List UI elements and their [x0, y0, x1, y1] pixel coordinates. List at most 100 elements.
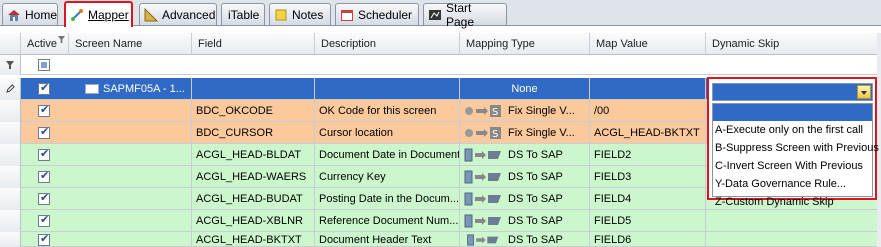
row-header — [0, 78, 21, 100]
mapping-type-text: None — [511, 83, 538, 95]
tab-advanced[interactable]: Advanced — [139, 3, 217, 25]
table-row[interactable]: ACGL_HEAD-XBLNR Reference Document Num..… — [0, 210, 881, 232]
active-checkbox[interactable] — [38, 191, 50, 205]
dynamic-skip-dropdown: A-Execute only on the first call B-Suppr… — [707, 77, 879, 208]
filter-row — [0, 55, 881, 75]
dropdown-option[interactable]: Y-Data Governance Rule... — [713, 175, 872, 193]
column-header-screen-name[interactable]: Screen Name — [69, 33, 192, 55]
active-checkbox[interactable] — [38, 103, 50, 117]
field-cell[interactable]: BDC_CURSOR — [192, 122, 315, 144]
grid-header: Active Screen Name Field Description Map… — [0, 33, 881, 55]
dropdown-option[interactable]: B-Suppress Screen with Previous — [713, 139, 879, 157]
tab-notes[interactable]: Notes — [269, 3, 331, 25]
description-cell[interactable]: Posting Date in the Docum... — [315, 188, 460, 210]
column-header-field[interactable]: Field — [192, 33, 315, 55]
description-cell[interactable]: Document Header Text — [315, 232, 460, 247]
mapping-type-cell[interactable]: DS To SAP — [460, 166, 590, 188]
home-icon — [8, 9, 20, 21]
advanced-icon — [144, 7, 158, 21]
active-checkbox[interactable] — [38, 81, 50, 95]
tab-home[interactable]: Home — [2, 3, 58, 25]
field-cell[interactable] — [192, 78, 315, 100]
mapping-type-cell[interactable]: S Fix Single V... — [460, 100, 590, 122]
column-header-active[interactable]: Active — [21, 33, 69, 55]
edit-pencil-icon — [6, 84, 15, 93]
description-cell[interactable]: Reference Document Num... — [315, 210, 460, 232]
column-header-map-value[interactable]: Map Value — [590, 33, 706, 55]
mapping-type-cell[interactable]: S Fix Single V... — [460, 122, 590, 144]
row-header — [0, 232, 21, 247]
description-cell[interactable]: Document Date in Document — [315, 144, 460, 166]
dropdown-option[interactable]: Z-Custom Dynamic Skip — [713, 193, 872, 211]
mapping-type-cell[interactable]: None — [460, 78, 590, 100]
datasource-to-sap-icon — [464, 170, 501, 184]
column-header-dynamic-skip[interactable]: Dynamic Skip — [706, 33, 881, 55]
mapping-type-cell[interactable]: DS To SAP — [460, 210, 590, 232]
screen-name-cell[interactable]: SAPMF05A - 1... — [69, 78, 192, 100]
dynamic-skip-options-list: A-Execute only on the first call B-Suppr… — [712, 103, 879, 208]
tab-label: Mapper — [88, 8, 129, 22]
screen-name-cell[interactable] — [69, 166, 192, 188]
chevron-down-icon[interactable] — [857, 85, 871, 99]
tab-scheduler[interactable]: Scheduler — [335, 3, 419, 25]
notes-icon — [275, 9, 287, 20]
screen-name-cell[interactable] — [69, 210, 192, 232]
active-checkbox[interactable] — [38, 147, 50, 161]
row-header — [0, 188, 21, 210]
description-cell[interactable]: Currency Key — [315, 166, 460, 188]
mapping-type-cell[interactable]: DS To SAP — [460, 144, 590, 166]
datasource-to-sap-icon — [464, 192, 501, 206]
description-cell[interactable] — [315, 78, 460, 100]
mapping-type-cell[interactable]: DS To SAP — [460, 232, 590, 247]
table-row[interactable]: ACGL_HEAD-BKTXT Document Header Text DS … — [0, 232, 881, 247]
description-cell[interactable]: OK Code for this screen — [315, 100, 460, 122]
active-checkbox[interactable] — [38, 125, 50, 139]
map-value-cell[interactable]: /00 — [590, 100, 706, 122]
dynamic-skip-select[interactable] — [712, 83, 873, 101]
screen-name-cell[interactable] — [69, 188, 192, 210]
vertical-scrollbar[interactable] — [877, 33, 881, 247]
mapping-type-text: Fix Single V... — [508, 127, 575, 139]
field-cell[interactable]: BDC_OKCODE — [192, 100, 315, 122]
svg-text:S: S — [492, 107, 498, 118]
field-cell[interactable]: ACGL_HEAD-BLDAT — [192, 144, 315, 166]
mapping-type-text: DS To SAP — [508, 149, 563, 161]
tab-mapper[interactable]: Mapper — [64, 1, 133, 27]
map-value-cell[interactable]: FIELD5 — [590, 210, 706, 232]
map-value-cell[interactable] — [590, 78, 706, 100]
map-value-cell[interactable]: FIELD2 — [590, 144, 706, 166]
dropdown-option-blank[interactable] — [713, 104, 872, 121]
field-cell[interactable]: ACGL_HEAD-XBLNR — [192, 210, 315, 232]
map-value-cell[interactable]: ACGL_HEAD-BKTXT — [590, 122, 706, 144]
active-checkbox[interactable] — [38, 169, 50, 183]
dropdown-option[interactable]: A-Execute only on the first call — [713, 121, 872, 139]
field-cell[interactable]: ACGL_HEAD-WAERS — [192, 166, 315, 188]
fix-value-mapping-icon: S — [465, 127, 501, 140]
column-label: Field — [198, 38, 222, 50]
screen-name-cell[interactable] — [69, 100, 192, 122]
tab-label: Advanced — [162, 7, 216, 22]
filter-icon[interactable] — [58, 36, 65, 43]
map-value-cell[interactable]: FIELD3 — [590, 166, 706, 188]
map-value-cell[interactable]: FIELD6 — [590, 232, 706, 247]
column-label: Screen Name — [75, 38, 143, 50]
field-cell[interactable]: ACGL_HEAD-BUDAT — [192, 188, 315, 210]
screen-name-cell[interactable] — [69, 122, 192, 144]
active-checkbox[interactable] — [38, 232, 50, 246]
description-cell[interactable]: Cursor location — [315, 122, 460, 144]
mapping-type-cell[interactable]: DS To SAP — [460, 188, 590, 210]
screen-name-cell[interactable] — [69, 232, 192, 247]
filter-checkbox-icon[interactable] — [38, 59, 50, 71]
column-header-description[interactable]: Description — [315, 33, 460, 55]
row-header — [0, 100, 21, 122]
screen-name-cell[interactable] — [69, 144, 192, 166]
map-value-cell[interactable]: FIELD4 — [590, 188, 706, 210]
mapping-type-text: DS To SAP — [508, 234, 563, 246]
tab-start-page[interactable]: Start Page — [423, 1, 507, 29]
tab-itable[interactable]: iTable — [221, 3, 265, 25]
column-header-mapping-type[interactable]: Mapping Type — [460, 33, 590, 55]
dropdown-option[interactable]: C-Invert Screen With Previous — [713, 157, 872, 175]
active-checkbox[interactable] — [38, 213, 50, 227]
field-cell[interactable]: ACGL_HEAD-BKTXT — [192, 232, 315, 247]
tab-label: iTable — [228, 7, 260, 22]
